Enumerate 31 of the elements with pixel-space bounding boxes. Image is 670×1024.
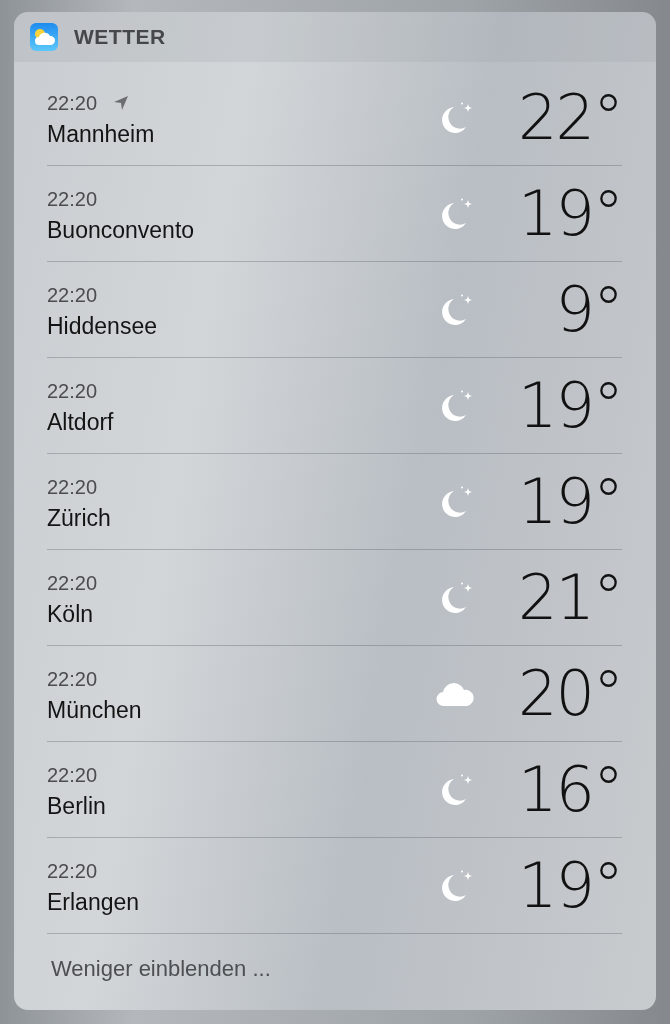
city-name: Altdorf [47,408,115,436]
city-name: Köln [47,600,95,628]
time-text: 22:20 [47,763,98,787]
time-text: 22:20 [47,667,98,691]
time-text: 22:20 [47,571,98,595]
city-name: Berlin [47,792,107,820]
time-text: 22:20 [47,91,98,115]
city-name: Hiddensee [47,312,158,340]
weather-app-icon [30,23,58,51]
temperature: 19° [517,465,622,538]
widget-title: WETTER [74,25,166,49]
show-less-link[interactable]: Weniger einblenden ... [51,956,271,981]
temperature: 19° [517,369,622,442]
temperature: 16° [517,753,622,826]
city-name: Mannheim [47,120,156,148]
time-text: 22:20 [47,859,98,883]
temperature: 19° [517,177,622,250]
time-text: 22:20 [47,283,98,307]
time-text: 22:20 [47,187,98,211]
time-text: 22:20 [47,379,98,403]
city-name: München [47,696,143,724]
time-text: 22:20 [47,475,98,499]
temperature: 19° [517,849,622,922]
temperature: 21° [517,561,622,634]
temperature: 22° [517,81,622,154]
city-name: Zürich [47,504,112,532]
temperature: 9° [554,273,622,346]
temperature: 20° [517,657,622,730]
city-name: Erlangen [47,888,141,916]
city-name: Buonconvento [47,216,196,244]
cloud-icon [436,680,476,707]
